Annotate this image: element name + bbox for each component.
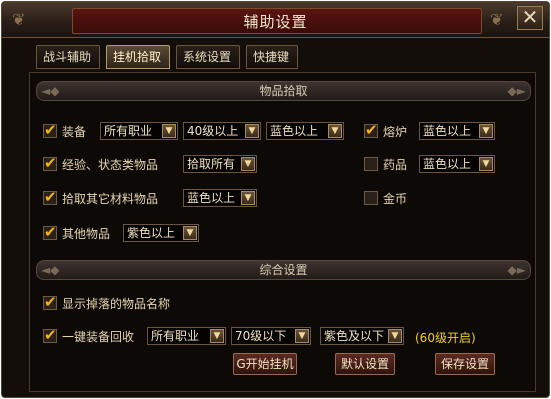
recycle-label: 一键装备回收 <box>62 329 135 344</box>
materials-checkbox[interactable] <box>43 188 57 206</box>
tab-hotkeys[interactable]: 快捷键 <box>246 45 298 69</box>
furnace-option[interactable]: 熔炉 <box>364 121 407 141</box>
equipment-level-select[interactable]: 40级以上 ▼ <box>183 122 261 140</box>
medicine-option[interactable]: 药品 <box>364 154 407 174</box>
exp-items-checkbox[interactable] <box>43 154 57 172</box>
recycle-level-value: 70级以下 <box>235 329 287 343</box>
medicine-select[interactable]: 蓝色以上 ▼ <box>419 155 495 173</box>
materials-value: 蓝色以上 <box>187 191 236 205</box>
right-ornament-icon: ❦ <box>490 10 504 29</box>
equipment-option[interactable]: 装备 <box>43 121 86 141</box>
materials-label: 拾取其它材料物品 <box>62 191 159 206</box>
gold-checkbox[interactable] <box>364 191 378 205</box>
chevron-down-icon: ▼ <box>183 226 197 240</box>
exp-items-label: 经验、状态类物品 <box>62 157 159 172</box>
recycle-checkbox[interactable] <box>43 326 57 344</box>
tab-combat-assist[interactable]: 战斗辅助 <box>36 45 100 69</box>
exp-items-value: 拾取所有 <box>187 157 236 171</box>
settings-window: ❦ 辅助设置 ❦ ✕ 战斗辅助 挂机拾取 系统设置 快捷键 ◄◆ 物品拾取 ◆►… <box>1 1 550 398</box>
other-items-option[interactable]: 其他物品 <box>43 223 110 243</box>
header-deco-right-icon: ◆► <box>507 84 526 98</box>
gold-option[interactable]: 金币 <box>364 188 407 208</box>
default-settings-button[interactable]: 默认设置 <box>335 353 395 375</box>
equipment-checkbox[interactable] <box>43 121 57 139</box>
chevron-down-icon: ▼ <box>479 157 493 171</box>
chevron-down-icon: ▼ <box>210 329 224 343</box>
exp-items-select[interactable]: 拾取所有 ▼ <box>183 155 257 173</box>
recycle-class-select[interactable]: 所有职业 ▼ <box>147 327 226 345</box>
equipment-quality-select[interactable]: 蓝色以上 ▼ <box>266 122 344 140</box>
title-bar: ❦ 辅助设置 ❦ ✕ <box>2 2 549 38</box>
equipment-quality-value: 蓝色以上 <box>270 124 319 138</box>
other-items-select[interactable]: 紫色以上 ▼ <box>123 224 199 242</box>
chevron-down-icon: ▼ <box>388 329 402 343</box>
start-auto-button[interactable]: G开始挂机 <box>233 353 297 375</box>
recycle-quality-value: 紫色及以下 <box>324 329 385 343</box>
gold-label: 金币 <box>383 191 408 206</box>
general-section-title: 综合设置 <box>259 263 308 277</box>
recycle-unlock-note: (60级开启) <box>415 331 476 345</box>
equipment-label: 装备 <box>62 124 87 139</box>
close-icon: ✕ <box>521 5 539 29</box>
furnace-label: 熔炉 <box>383 124 408 139</box>
pickup-section-title: 物品拾取 <box>259 84 308 98</box>
general-section-header: ◄◆ 综合设置 ◆► <box>36 260 531 280</box>
materials-option[interactable]: 拾取其它材料物品 <box>43 188 158 208</box>
window-title: 辅助设置 <box>243 13 308 31</box>
tab-auto-pickup[interactable]: 挂机拾取 <box>106 45 170 69</box>
show-names-option[interactable]: 显示掉落的物品名称 <box>43 293 170 313</box>
furnace-checkbox[interactable] <box>364 121 378 139</box>
other-items-value: 紫色以上 <box>127 226 176 240</box>
furnace-select[interactable]: 蓝色以上 ▼ <box>419 122 495 140</box>
recycle-level-select[interactable]: 70级以下 ▼ <box>231 327 311 345</box>
close-button[interactable]: ✕ <box>517 6 543 30</box>
pickup-section-header: ◄◆ 物品拾取 ◆► <box>36 81 531 101</box>
save-settings-button[interactable]: 保存设置 <box>435 353 495 375</box>
chevron-down-icon: ▼ <box>295 329 309 343</box>
content-panel: ◄◆ 物品拾取 ◆► 装备 所有职业 ▼ 40级以上 ▼ 蓝色以上 ▼ 经验、状态类物… <box>29 72 536 392</box>
exp-items-option[interactable]: 经验、状态类物品 <box>43 154 158 174</box>
chevron-down-icon: ▼ <box>241 157 255 171</box>
header-deco-left-icon: ◄◆ <box>41 84 60 98</box>
recycle-quality-select[interactable]: 紫色及以下 ▼ <box>320 327 404 345</box>
medicine-label: 药品 <box>383 157 408 172</box>
other-items-checkbox[interactable] <box>43 223 57 241</box>
show-names-checkbox[interactable] <box>43 293 57 311</box>
chevron-down-icon: ▼ <box>162 124 176 138</box>
other-items-label: 其他物品 <box>62 226 111 241</box>
chevron-down-icon: ▼ <box>328 124 342 138</box>
chevron-down-icon: ▼ <box>245 124 259 138</box>
tab-system-settings[interactable]: 系统设置 <box>176 45 240 69</box>
recycle-class-value: 所有职业 <box>151 329 200 343</box>
materials-select[interactable]: 蓝色以上 ▼ <box>183 189 257 207</box>
equipment-class-value: 所有职业 <box>104 124 153 138</box>
chevron-down-icon: ▼ <box>479 124 493 138</box>
medicine-checkbox[interactable] <box>364 157 378 171</box>
header-deco-left-icon: ◄◆ <box>41 263 60 277</box>
equipment-level-value: 40级以上 <box>187 124 239 138</box>
furnace-value: 蓝色以上 <box>423 124 472 138</box>
equipment-class-select[interactable]: 所有职业 ▼ <box>100 122 178 140</box>
recycle-option[interactable]: 一键装备回收 <box>43 326 134 346</box>
chevron-down-icon: ▼ <box>241 191 255 205</box>
show-names-label: 显示掉落的物品名称 <box>62 296 171 311</box>
medicine-value: 蓝色以上 <box>423 157 472 171</box>
header-deco-right-icon: ◆► <box>507 263 526 277</box>
